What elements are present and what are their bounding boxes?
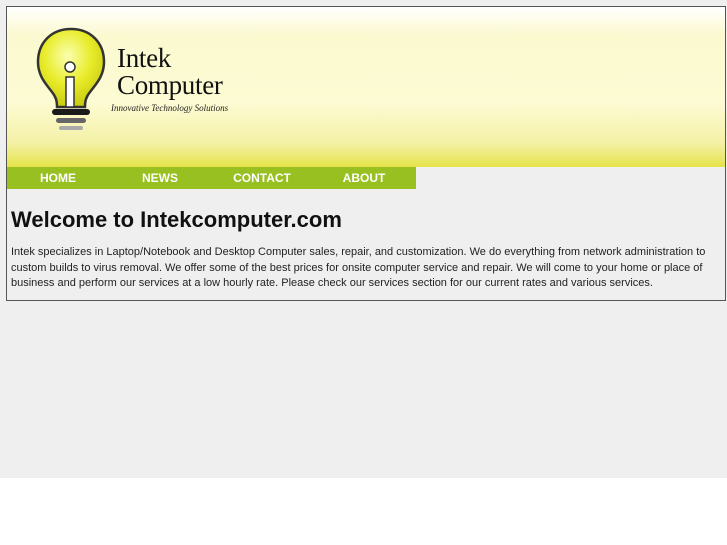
main-content: Welcome to Intekcomputer.com Intek speci… — [11, 207, 723, 292]
logo-text-intek: Intek — [117, 43, 171, 73]
logo-tagline: Innovative Technology Solutions — [111, 103, 229, 113]
nav-news-link[interactable]: NEWS — [109, 167, 211, 189]
logo-text-computer: Computer — [117, 70, 223, 100]
intro-paragraph: Intek specializes in Laptop/Notebook and… — [11, 246, 706, 289]
page-title: Welcome to Intekcomputer.com — [11, 207, 342, 232]
site-logo[interactable]: Intek Computer Innovative Technology Sol… — [35, 25, 275, 135]
nav-about-link[interactable]: ABOUT — [313, 167, 415, 189]
nav-home-link[interactable]: HOME — [7, 167, 109, 189]
lightbulb-icon — [36, 27, 106, 130]
site-header: Intek Computer Innovative Technology Sol… — [7, 7, 725, 167]
page-container: Intek Computer Innovative Technology Sol… — [6, 6, 726, 301]
main-navigation: HOME NEWS CONTACT ABOUT — [7, 167, 416, 189]
nav-contact-link[interactable]: CONTACT — [211, 167, 313, 189]
